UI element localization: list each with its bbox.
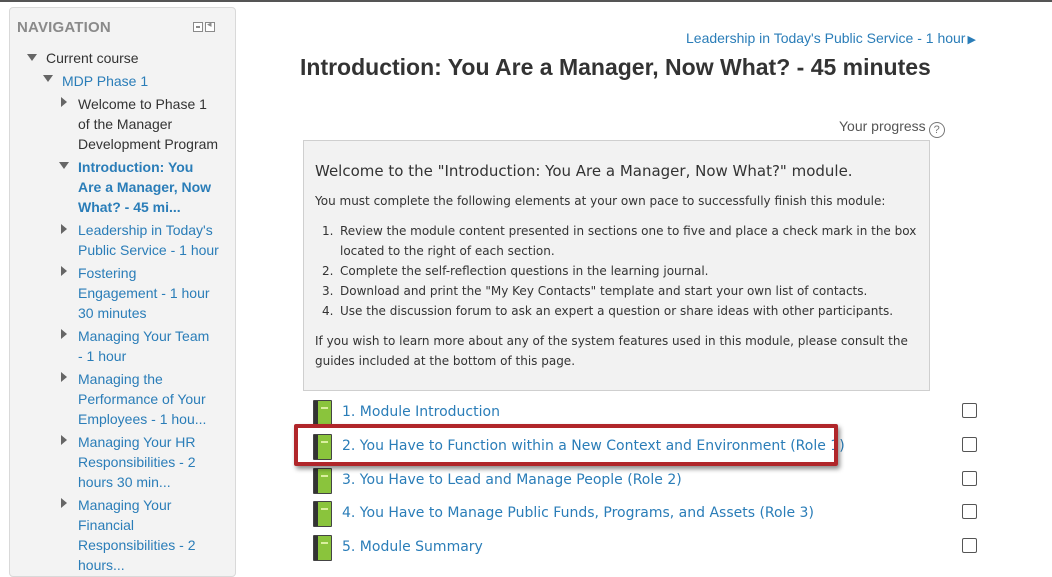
tree-item-label: Performance of Your [78,391,206,407]
completion-checkbox[interactable] [962,437,977,452]
tree-item-label: Managing the [78,371,163,387]
tree-item-welcome[interactable]: Welcome to Phase 1 of the Manager Develo… [78,94,218,154]
collapsed-arrow-icon[interactable] [61,224,67,234]
tree-item-fostering[interactable]: Fostering Engagement - 1 hour 30 minutes [78,263,210,323]
module-summary-box: Welcome to the "Introduction: You Are a … [303,140,930,391]
summary-step: 3. Download and print the "My Key Contact… [322,281,920,301]
collapsed-arrow-icon[interactable] [61,372,67,382]
tree-item-label: Responsibilities - 2 [78,537,196,553]
top-border [0,0,1052,2]
summary-step: 4. Use the discussion forum to ask an exp… [322,301,920,321]
tree-item-label: Fostering [78,265,137,281]
tree-item-label: Responsibilities - 2 [78,454,196,470]
tree-item-managing-performance[interactable]: Managing the Performance of Your Employe… [78,369,206,429]
tree-item-introduction-current[interactable]: Introduction: You Are a Manager, Now Wha… [78,157,211,217]
collapse-block-icon[interactable] [193,22,203,32]
summary-steps: 1. Review the module content presented in… [322,221,920,321]
collapsed-arrow-icon[interactable] [61,329,67,339]
tree-item-label: Engagement - 1 hour [78,285,210,301]
play-arrow-icon: ▶ [967,34,976,46]
highlight-box [294,424,838,466]
tree-item-current-course[interactable]: Current course [46,48,139,68]
tree-item-label: hours 30 min... [78,474,171,490]
tree-item-managing-financial[interactable]: Managing Your Financial Responsibilities… [78,495,196,575]
tree-item-label: - 1 hour [78,348,127,364]
collapsed-arrow-icon[interactable] [61,435,67,445]
book-icon [313,535,332,561]
summary-step: 1. Review the module content presented in… [322,221,920,261]
book-icon [313,400,332,426]
dock-block-icon[interactable] [205,19,215,32]
completion-checkbox[interactable] [962,403,977,418]
tree-item-label: hours... [78,557,125,573]
next-section-label: Leadership in Today's Public Service - 1… [686,30,966,46]
tree-item-label: What? - 45 mi... [78,199,181,215]
completion-checkbox[interactable] [962,471,977,486]
step-number: 2. [322,264,334,278]
tree-item-label: Introduction: You [78,159,194,175]
tree-item-label: Development Program [78,136,219,152]
tree-item-label: 30 minutes [78,305,147,321]
summary-heading: Welcome to the "Introduction: You Are a … [315,162,853,180]
tree-item-label: Public Service - 1 hour [78,242,219,258]
step-number: 4. [322,304,334,318]
summary-outro: If you wish to learn more about any of t… [315,334,908,368]
navigation-controls [193,19,217,40]
tree-item-mdp-phase-1[interactable]: MDP Phase 1 [62,71,148,91]
tree-item-label: Managing Your [78,497,172,513]
tree-item-managing-team[interactable]: Managing Your Team - 1 hour [78,326,209,366]
module-link[interactable]: 5. Module Summary [342,539,483,555]
step-number: 3. [322,284,334,298]
collapsed-arrow-icon[interactable] [61,266,67,276]
step-text: Use the discussion forum to ask an exper… [340,304,894,318]
module-link[interactable]: 4. You Have to Manage Public Funds, Prog… [342,505,814,521]
tree-item-label: Managing Your HR [78,434,196,450]
step-text: Download and print the "My Key Contacts"… [340,284,868,298]
summary-intro: You must complete the following elements… [315,194,886,208]
tree-item-label: of the Manager [78,116,173,132]
expanded-arrow-icon[interactable] [43,75,53,82]
expanded-arrow-icon[interactable] [59,162,69,169]
tree-item-label: Employees - 1 hou... [78,411,207,427]
book-icon [313,468,332,494]
step-text: Review the module content presented in s… [340,224,917,258]
step-number: 1. [322,224,334,238]
summary-step: 2. Complete the self-reflection questions… [322,261,920,281]
help-icon[interactable]: ? [928,122,945,138]
tree-item-leadership[interactable]: Leadership in Today's Public Service - 1… [78,220,219,260]
completion-checkbox[interactable] [962,538,977,553]
tree-item-label: Managing Your Team [78,328,210,344]
tree-item-label: MDP Phase 1 [62,73,149,89]
tree-item-label: Financial [78,517,135,533]
progress-text: Your progress [839,118,926,134]
page-title: Introduction: You Are a Manager, Now Wha… [300,54,931,80]
step-text: Complete the self-reflection questions i… [340,264,709,278]
tree-item-label: Current course [46,50,139,66]
tree-item-managing-hr[interactable]: Managing Your HR Responsibilities - 2 ho… [78,432,196,492]
tree-item-label: Are a Manager, Now [78,179,212,195]
book-icon [313,501,332,527]
tree-item-label: Welcome to Phase 1 [78,96,207,112]
expanded-arrow-icon[interactable] [27,54,37,61]
module-link[interactable]: 1. Module Introduction [342,404,500,420]
tree-item-label: Leadership in Today's [78,222,213,238]
completion-checkbox[interactable] [962,504,977,519]
next-section-link[interactable]: Leadership in Today's Public Service - 1… [686,30,976,46]
collapsed-arrow-icon[interactable] [61,97,67,107]
navigation-title: NAVIGATION [17,19,111,36]
progress-label: Your progress? [839,118,945,138]
module-link[interactable]: 3. You Have to Lead and Manage People (R… [342,472,682,488]
collapsed-arrow-icon[interactable] [61,498,67,508]
